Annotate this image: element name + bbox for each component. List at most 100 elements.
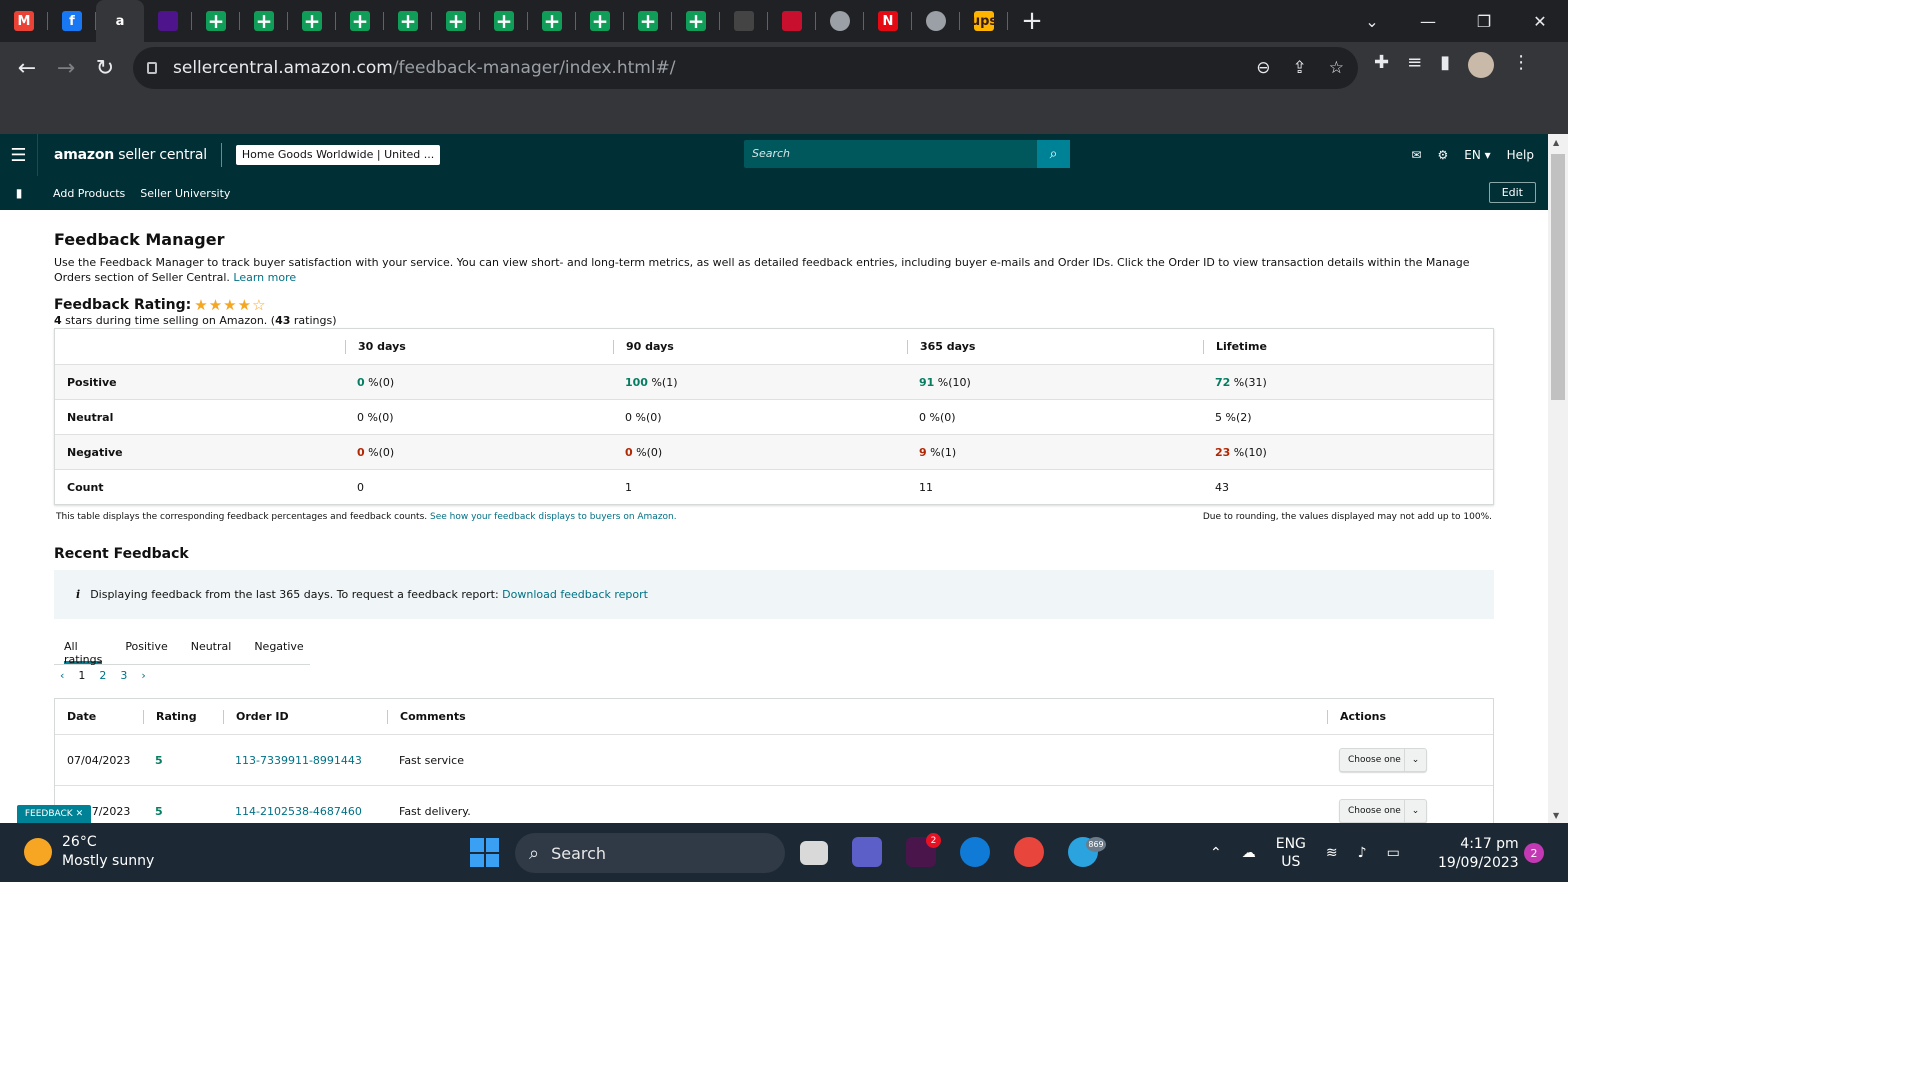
- browser-tab[interactable]: M: [0, 0, 48, 42]
- page-1[interactable]: 1: [78, 669, 85, 682]
- choose-action-dropdown[interactable]: Choose one ⌄: [1339, 799, 1427, 823]
- browser-tab[interactable]: [144, 0, 192, 42]
- clock-date: 19/09/2023: [1438, 855, 1519, 871]
- page-2[interactable]: 2: [99, 669, 106, 682]
- red-site-icon: [782, 11, 802, 31]
- new-tab-button[interactable]: +: [1008, 6, 1056, 36]
- minimize-button[interactable]: —: [1400, 12, 1456, 31]
- metrics-suffix: %(0): [926, 410, 956, 424]
- restore-button[interactable]: ❐: [1456, 12, 1512, 31]
- extensions-puzzle-icon[interactable]: ✚: [1374, 52, 1389, 78]
- browser-tab[interactable]: [384, 0, 432, 42]
- browser-tab[interactable]: a: [96, 0, 144, 42]
- browser-tab[interactable]: [480, 0, 528, 42]
- profile-avatar[interactable]: [1468, 52, 1495, 78]
- metrics-cell: 0 %(0): [345, 376, 613, 389]
- volume-icon[interactable]: ♪: [1358, 845, 1367, 861]
- metrics-row-count: Count 0 1 11 43: [55, 469, 1493, 504]
- download-report-link[interactable]: Download feedback report: [502, 588, 648, 601]
- browser-tab[interactable]: [624, 0, 672, 42]
- sun-icon: [24, 838, 52, 866]
- tab-positive[interactable]: Positive: [125, 630, 167, 664]
- edit-nav-button[interactable]: Edit: [1488, 182, 1536, 203]
- mail-icon[interactable]: ✉: [1411, 148, 1421, 162]
- reload-button[interactable]: ↻: [85, 56, 125, 81]
- buyer-display-link[interactable]: See how your feedback displays to buyers…: [430, 512, 677, 522]
- browser-tab[interactable]: f: [48, 0, 96, 42]
- tab-all-ratings[interactable]: All ratings: [64, 630, 102, 666]
- media-queue-icon[interactable]: ≡: [1407, 52, 1422, 78]
- clock[interactable]: 4:17 pm 19/09/2023: [1438, 835, 1519, 873]
- weather-widget[interactable]: 26°C Mostly sunny: [24, 833, 154, 871]
- task-view-icon[interactable]: [800, 841, 828, 865]
- feedback-tab-button[interactable]: FEEDBACK ✕: [17, 805, 91, 823]
- scroll-down-arrow-icon[interactable]: ▼: [1553, 811, 1559, 820]
- back-button[interactable]: ←: [7, 56, 47, 81]
- wifi-icon[interactable]: ≋: [1326, 845, 1338, 861]
- tab-search-icon[interactable]: ⌄: [1344, 12, 1400, 31]
- store-selector-box[interactable]: Home Goods Worldwide | United ...: [235, 145, 441, 165]
- side-panel-icon[interactable]: ▮: [1440, 52, 1450, 78]
- next-page-icon[interactable]: ›: [141, 669, 145, 682]
- browser-tab[interactable]: [768, 0, 816, 42]
- metrics-suffix: %(0): [364, 375, 395, 389]
- share-icon[interactable]: ⇪: [1293, 58, 1307, 78]
- taskbar-search[interactable]: ⌕ Search: [515, 833, 785, 873]
- bookmark-star-icon[interactable]: ☆: [1329, 58, 1344, 78]
- browser-tab[interactable]: N: [864, 0, 912, 42]
- page-scrollbar[interactable]: ▲ ▼: [1548, 134, 1568, 824]
- page-title: Feedback Manager: [54, 230, 225, 249]
- browser-tab[interactable]: ups: [960, 0, 1008, 42]
- forward-button[interactable]: →: [46, 56, 86, 81]
- chrome-menu-icon[interactable]: ⋮: [1512, 52, 1530, 78]
- show-hidden-icons-icon[interactable]: ⌃: [1210, 845, 1222, 861]
- browser-tab[interactable]: [240, 0, 288, 42]
- bookmark-icon[interactable]: ▮: [0, 186, 38, 200]
- browser-tab[interactable]: [720, 0, 768, 42]
- hamburger-menu-icon[interactable]: ☰: [0, 134, 38, 176]
- battery-icon[interactable]: ▭: [1387, 845, 1400, 861]
- learn-more-link[interactable]: Learn more: [233, 271, 296, 284]
- order-id-link[interactable]: 114-2102538-4687460: [223, 805, 387, 818]
- metrics-suffix: %(10): [934, 375, 971, 389]
- language-selector[interactable]: EN ▾: [1464, 148, 1490, 162]
- onedrive-cloud-icon[interactable]: ☁: [1242, 845, 1256, 861]
- search-button[interactable]: ⌕: [1037, 140, 1070, 168]
- input-language[interactable]: ENG US: [1276, 835, 1306, 871]
- tab-negative[interactable]: Negative: [254, 630, 303, 664]
- start-windows-icon[interactable]: [470, 838, 499, 867]
- chrome-icon[interactable]: [1014, 837, 1044, 867]
- tab-neutral[interactable]: Neutral: [191, 630, 232, 664]
- browser-tab[interactable]: [672, 0, 720, 42]
- scroll-up-arrow-icon[interactable]: ▲: [1553, 138, 1559, 147]
- close-window-button[interactable]: ✕: [1512, 12, 1568, 31]
- browser-tab[interactable]: [912, 0, 960, 42]
- subnav-add-products[interactable]: Add Products: [53, 187, 125, 200]
- prev-page-icon[interactable]: ‹: [60, 669, 64, 682]
- teams-icon[interactable]: [852, 837, 882, 867]
- browser-tab[interactable]: [816, 0, 864, 42]
- scrollbar-thumb[interactable]: [1551, 154, 1565, 400]
- choose-action-dropdown[interactable]: Choose one ⌄: [1339, 748, 1427, 772]
- lock-icon[interactable]: [147, 62, 157, 74]
- order-id-link[interactable]: 113-7339911-8991443: [223, 754, 387, 767]
- browser-tab[interactable]: [192, 0, 240, 42]
- browser-tab[interactable]: [432, 0, 480, 42]
- browser-tab[interactable]: [336, 0, 384, 42]
- netflix-icon: N: [878, 11, 898, 31]
- browser-tab[interactable]: [576, 0, 624, 42]
- omnibox[interactable]: sellercentral.amazon.com /feedback-manag…: [133, 47, 1358, 89]
- star-filled-icon: ★: [194, 296, 209, 314]
- seller-central-logo[interactable]: amazon seller central: [54, 147, 207, 163]
- browser-tab[interactable]: [528, 0, 576, 42]
- subnav-seller-university[interactable]: Seller University: [140, 187, 230, 200]
- zoom-icon[interactable]: ⊖: [1256, 58, 1270, 78]
- edge-icon[interactable]: [960, 837, 990, 867]
- search-input[interactable]: Search: [744, 140, 1037, 168]
- browser-tab[interactable]: [288, 0, 336, 42]
- notification-badge[interactable]: 2: [1524, 843, 1544, 863]
- page-3[interactable]: 3: [120, 669, 127, 682]
- help-link[interactable]: Help: [1507, 148, 1534, 162]
- star-filled-icon: ★: [237, 296, 253, 314]
- settings-gear-icon[interactable]: ⚙: [1437, 148, 1448, 162]
